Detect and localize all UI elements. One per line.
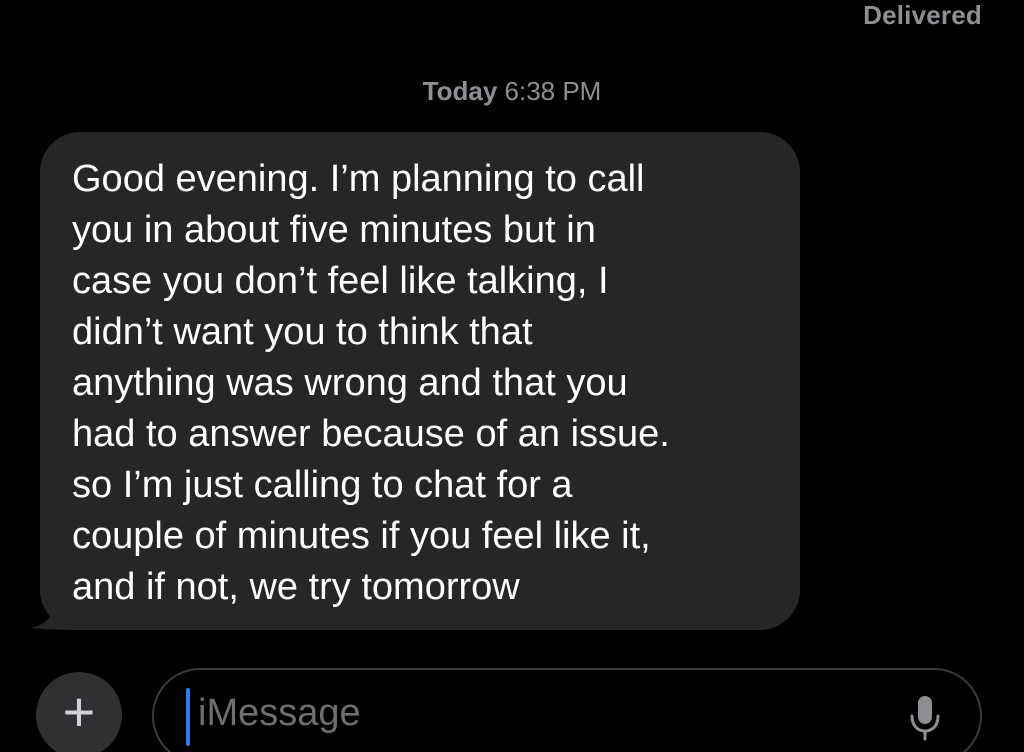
delivered-status: Delivered bbox=[863, 0, 982, 30]
message-text: Good evening. I’m planning to call you i… bbox=[72, 158, 670, 608]
microphone-icon[interactable] bbox=[908, 694, 942, 742]
message-timestamp: Today 6:38 PM bbox=[0, 76, 1024, 107]
timestamp-time: 6:38 PM bbox=[504, 76, 602, 106]
message-input[interactable]: iMessage bbox=[152, 668, 982, 752]
timestamp-day: Today bbox=[422, 76, 498, 106]
incoming-message[interactable]: Good evening. I’m planning to call you i… bbox=[28, 132, 800, 632]
add-attachment-button[interactable]: + bbox=[36, 672, 122, 752]
text-cursor bbox=[186, 688, 190, 746]
plus-icon: + bbox=[62, 680, 96, 743]
message-input-placeholder: iMessage bbox=[198, 692, 361, 734]
